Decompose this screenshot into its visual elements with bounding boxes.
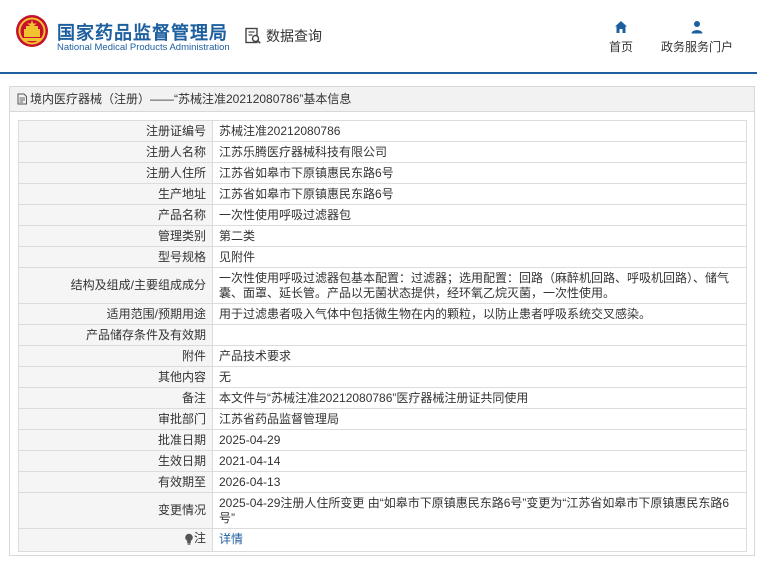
table-row: 注册人住所 江苏省如皋市下原镇惠民东路6号: [18, 162, 747, 184]
field-value: 江苏乐腾医疗器械科技有限公司: [212, 141, 747, 163]
data-query-link[interactable]: 数据查询: [244, 26, 322, 46]
field-value: 2021-04-14: [212, 450, 747, 472]
data-query-label: 数据查询: [266, 28, 322, 44]
table-row: 批准日期 2025-04-29: [18, 429, 747, 451]
document-icon: [17, 93, 27, 105]
field-label: 适用范围/预期用途: [18, 303, 213, 325]
details-link[interactable]: 详情: [219, 532, 243, 546]
field-label: 型号规格: [18, 246, 213, 268]
field-value: 苏械注准20212080786: [212, 120, 747, 142]
field-label: 变更情况: [18, 492, 213, 529]
table-row: 生效日期 2021-04-14: [18, 450, 747, 472]
table-row: 产品名称 一次性使用呼吸过滤器包: [18, 204, 747, 226]
home-icon: [615, 21, 627, 33]
panel-title-text: 境内医疗器械（注册）——“苏械注准20212080786”基本信息: [30, 92, 352, 106]
field-value: 2025-04-29: [212, 429, 747, 451]
field-value: 用于过滤患者吸入气体中包括微生物在内的颗粒，以防止患者呼吸系统交叉感染。: [212, 303, 747, 325]
field-label: 管理类别: [18, 225, 213, 247]
brand-name-en[interactable]: National Medical Products Administration: [57, 42, 230, 53]
field-value: 江苏省如皋市下原镇惠民东路6号: [212, 183, 747, 205]
field-label: 附件: [18, 345, 213, 367]
field-value: 见附件: [212, 246, 747, 268]
field-label: 结构及组成/主要组成成分: [18, 267, 213, 304]
table-row: 结构及组成/主要组成成分 一次性使用呼吸过滤器包基本配置：过滤器；选用配置：回路（…: [18, 267, 747, 304]
table-row: 有效期至 2026-04-13: [18, 471, 747, 493]
field-value: 一次性使用呼吸过滤器包: [212, 204, 747, 226]
table-row: 注册证编号 苏械注准20212080786: [18, 120, 747, 142]
table-row: 适用范围/预期用途 用于过滤患者吸入气体中包括微生物在内的颗粒，以防止患者呼吸系统…: [18, 303, 747, 325]
nav-home[interactable]: 首页: [606, 20, 636, 55]
document-search-icon: [245, 27, 261, 44]
header-divider: [0, 72, 757, 74]
note-label-cell: 注: [18, 528, 213, 552]
site-header: 国家药品监督管理局 National Medical Products Admi…: [0, 0, 757, 72]
note-value-cell: 详情: [212, 528, 747, 552]
field-label: 注册人名称: [18, 141, 213, 163]
field-value: 第二类: [212, 225, 747, 247]
table-row: 其他内容无: [18, 366, 747, 388]
field-label: 注册证编号: [18, 120, 213, 142]
table-row: 产品储存条件及有效期: [18, 324, 747, 346]
field-value: 2026-04-13: [212, 471, 747, 493]
field-label: 有效期至: [18, 471, 213, 493]
field-value: 无: [212, 366, 747, 388]
field-label: 生产地址: [18, 183, 213, 205]
field-label: 备注: [18, 387, 213, 409]
field-label: 审批部门: [18, 408, 213, 430]
emblem-icon: [16, 15, 48, 47]
table-row: 附件 产品技术要求: [18, 345, 747, 367]
field-value: 2025-04-29注册人住所变更 由“如皋市下原镇惠民东路6号”变更为“江苏省…: [212, 492, 747, 529]
field-label: 注册人住所: [18, 162, 213, 184]
field-label: 其他内容: [18, 366, 213, 388]
table-row: 变更情况 2025-04-29注册人住所变更 由“如皋市下原镇惠民东路6号”变更为…: [18, 492, 747, 529]
detail-panel: 境内医疗器械（注册）——“苏械注准20212080786”基本信息 注册证编号苏…: [9, 86, 755, 556]
user-icon: [691, 21, 703, 34]
bulb-icon: [185, 533, 193, 545]
field-value: 一次性使用呼吸过滤器包基本配置：过滤器；选用配置：回路（麻醉机回路、呼吸机回路）…: [212, 267, 747, 304]
table-row: 注 详情: [18, 528, 747, 552]
nav-home-label: 首页: [608, 40, 633, 54]
table-row: 生产地址 江苏省如皋市下原镇惠民东路6号: [18, 183, 747, 205]
field-value: 本文件与“苏械注准20212080786”医疗器械注册证共同使用: [212, 387, 747, 409]
field-value: [212, 324, 747, 346]
field-label: 生效日期: [18, 450, 213, 472]
field-label: 产品名称: [18, 204, 213, 226]
panel-title: 境内医疗器械（注册）——“苏械注准20212080786”基本信息: [10, 87, 754, 112]
field-value: 江苏省如皋市下原镇惠民东路6号: [212, 162, 747, 184]
table-row: 注册人名称 江苏乐腾医疗器械科技有限公司: [18, 141, 747, 163]
table-row: 型号规格 见附件: [18, 246, 747, 268]
table-row: 备注 本文件与“苏械注准20212080786”医疗器械注册证共同使用: [18, 387, 747, 409]
field-value: 产品技术要求: [212, 345, 747, 367]
table-row: 管理类别 第二类: [18, 225, 747, 247]
field-label: 批准日期: [18, 429, 213, 451]
nav-service-portal[interactable]: 政务服务门户: [660, 20, 734, 55]
field-label: 产品储存条件及有效期: [18, 324, 213, 346]
info-table: 注册证编号 苏械注准20212080786 注册人名称 江苏乐腾医疗器械科技有限公司…: [18, 120, 747, 552]
table-row: 审批部门 江苏省药品监督管理局: [18, 408, 747, 430]
field-value: 江苏省药品监督管理局: [212, 408, 747, 430]
nav-portal-label: 政务服务门户: [660, 40, 733, 54]
note-label: 注: [193, 531, 206, 545]
